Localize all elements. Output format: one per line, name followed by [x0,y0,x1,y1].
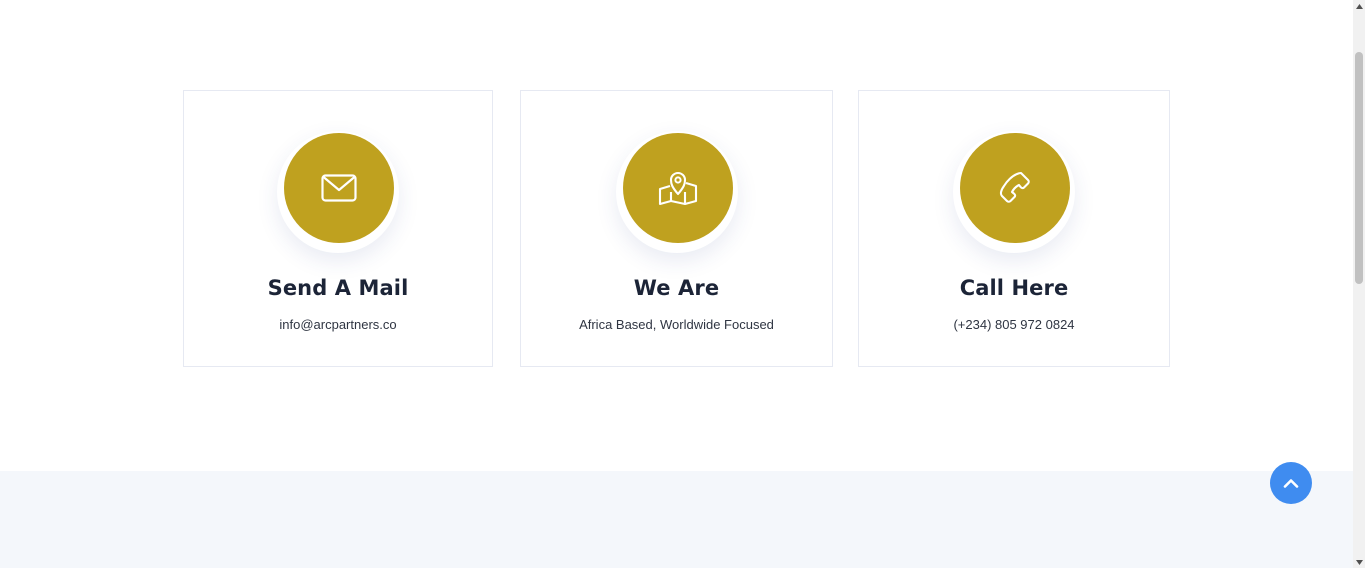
envelope-icon [321,174,357,202]
icon-ring [953,131,1075,253]
page-viewport: Send A Mail info@arcpartners.co We Are A… [0,0,1365,568]
location-text: Africa Based, Worldwide Focused [579,317,774,332]
contact-card-mail: Send A Mail info@arcpartners.co [183,90,493,367]
vertical-scrollbar[interactable] [1353,0,1365,568]
scroll-to-top-button[interactable] [1270,462,1312,504]
icon-circle [622,133,733,243]
chevron-up-icon [1283,479,1299,488]
contact-card-location: We Are Africa Based, Worldwide Focused [520,90,833,367]
icon-ring [615,131,738,253]
card-title: Call Here [959,276,1069,300]
contact-card-phone: Call Here (+234) 805 972 0824 [858,90,1170,367]
scroll-down-arrow[interactable] [1353,556,1365,568]
card-title: We Are [633,276,720,300]
card-title: Send A Mail [267,276,409,300]
icon-ring [277,131,399,253]
phone-icon [999,171,1030,203]
contact-info-section: Send A Mail info@arcpartners.co We Are A… [0,0,1353,471]
scroll-up-arrow[interactable] [1353,0,1365,12]
phone-number[interactable]: (+234) 805 972 0824 [859,317,1169,332]
icon-circle [960,133,1070,243]
icon-circle [284,133,394,243]
scrollbar-thumb[interactable] [1355,52,1363,284]
map-pin-icon [658,171,697,206]
email-address[interactable]: info@arcpartners.co [184,317,492,332]
next-section-band [0,471,1353,568]
